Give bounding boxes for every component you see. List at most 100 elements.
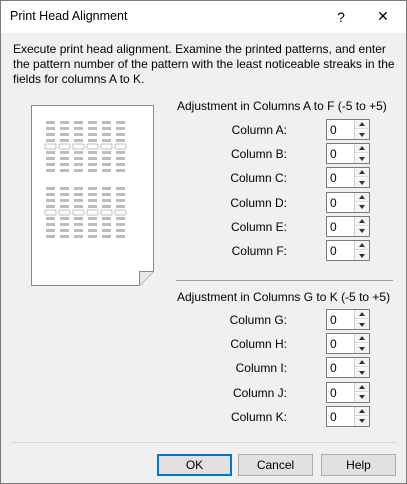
- arrow-down-icon: [359, 370, 365, 375]
- spin-down-button[interactable]: [355, 320, 369, 329]
- column-value[interactable]: 0: [330, 196, 337, 210]
- print-head-alignment-dialog: Print Head Alignment ? ✕ Execute print h…: [0, 0, 407, 484]
- pattern-line: [46, 121, 55, 124]
- pattern-line: [88, 229, 97, 232]
- spin-up-button[interactable]: [355, 241, 369, 250]
- spin-up-button[interactable]: [355, 120, 369, 129]
- pattern-line: [60, 205, 69, 208]
- ok-button[interactable]: OK: [157, 454, 232, 476]
- arrow-up-icon: [359, 360, 365, 365]
- pattern-line: [102, 133, 111, 136]
- pattern-line: [88, 205, 97, 208]
- pattern-line: [88, 133, 97, 136]
- spin-up-button[interactable]: [355, 216, 369, 226]
- group1-label: Adjustment in Columns A to F (-5 to +5): [177, 99, 387, 113]
- column-value-spinner[interactable]: 0: [326, 167, 370, 189]
- arrow-down-icon: [359, 322, 365, 327]
- arrow-down-icon: [359, 156, 365, 161]
- column-value[interactable]: 0: [330, 147, 337, 161]
- spin-down-button[interactable]: [355, 154, 369, 164]
- spin-up-button[interactable]: [355, 192, 369, 202]
- pattern-line: [102, 229, 111, 232]
- column-value[interactable]: 0: [330, 123, 337, 137]
- close-icon[interactable]: ✕: [361, 1, 405, 32]
- pattern-line: [60, 193, 69, 196]
- column-value-spinner[interactable]: 0: [326, 357, 370, 379]
- arrow-up-icon: [359, 312, 365, 316]
- pattern-line: [46, 127, 55, 130]
- spin-down-button[interactable]: [355, 202, 369, 212]
- cancel-button[interactable]: Cancel: [238, 454, 313, 476]
- arrow-up-icon: [359, 384, 365, 389]
- pattern-line: [116, 223, 125, 226]
- pattern-line: [46, 193, 55, 196]
- spin-down-button[interactable]: [355, 368, 369, 378]
- column-value[interactable]: 0: [330, 386, 337, 400]
- pattern-line: [60, 133, 69, 136]
- arrow-down-icon: [359, 205, 365, 210]
- group-separator: [176, 280, 393, 281]
- arrow-up-icon: [359, 218, 365, 223]
- pattern-line: [88, 169, 97, 172]
- help-button[interactable]: Help: [321, 454, 396, 476]
- column-value[interactable]: 0: [330, 220, 337, 234]
- pattern-line: [102, 127, 111, 130]
- column-value-spinner[interactable]: 0: [326, 191, 370, 213]
- pattern-line: [88, 193, 97, 196]
- pattern-line: [102, 199, 111, 202]
- arrow-up-icon: [359, 122, 365, 126]
- spin-up-button[interactable]: [355, 406, 369, 416]
- column-value-spinner[interactable]: 0: [326, 381, 370, 403]
- arrow-up-icon: [359, 336, 365, 341]
- column-value-spinner[interactable]: 0: [326, 215, 370, 237]
- column-value-spinner[interactable]: 0: [326, 119, 370, 140]
- spin-down-button[interactable]: [355, 226, 369, 236]
- spin-down-button[interactable]: [355, 416, 369, 426]
- column-value[interactable]: 0: [330, 361, 337, 375]
- pattern-line: [116, 157, 125, 160]
- help-icon[interactable]: ?: [319, 1, 363, 32]
- pattern-line: [46, 223, 55, 226]
- spin-up-button[interactable]: [355, 358, 369, 368]
- pattern-line: [74, 205, 83, 208]
- column-value-spinner[interactable]: 0: [326, 240, 370, 261]
- pattern-line: [46, 163, 55, 166]
- pattern-line: [116, 169, 125, 172]
- spin-down-button[interactable]: [355, 251, 369, 260]
- column-label: Column G:: [229, 313, 287, 327]
- title-bar: Print Head Alignment ? ✕: [1, 1, 406, 33]
- spinner-arrows: [354, 120, 369, 139]
- button-separator: [11, 442, 397, 443]
- spin-down-button[interactable]: [355, 178, 369, 188]
- column-value[interactable]: 0: [330, 171, 337, 185]
- pattern-line: [60, 121, 69, 124]
- pattern-line: [116, 217, 125, 220]
- column-value-spinner[interactable]: 0: [326, 405, 370, 427]
- pattern-line: [116, 187, 125, 190]
- pattern-line: [60, 163, 69, 166]
- spin-up-button[interactable]: [355, 168, 369, 178]
- column-value[interactable]: 0: [330, 410, 337, 424]
- column-value[interactable]: 0: [330, 313, 337, 327]
- spin-up-button[interactable]: [355, 334, 369, 344]
- pattern-line: [74, 151, 83, 154]
- pattern-line: [116, 205, 125, 208]
- column-value[interactable]: 0: [330, 337, 337, 351]
- column-label: Column K:: [230, 409, 287, 424]
- column-value[interactable]: 0: [330, 244, 337, 258]
- spin-up-button[interactable]: [355, 382, 369, 392]
- pattern-line: [60, 157, 69, 160]
- column-value-spinner[interactable]: 0: [326, 309, 370, 330]
- pattern-line: [116, 235, 125, 238]
- spin-down-button[interactable]: [355, 344, 369, 354]
- pattern-line: [74, 223, 83, 226]
- spin-down-button[interactable]: [355, 392, 369, 402]
- pattern-line: [88, 163, 97, 166]
- column-value-spinner[interactable]: 0: [326, 143, 370, 165]
- pattern-line: [46, 199, 55, 202]
- spin-up-button[interactable]: [355, 144, 369, 154]
- column-value-spinner[interactable]: 0: [326, 333, 370, 355]
- spin-up-button[interactable]: [355, 310, 369, 319]
- pattern-line: [102, 121, 111, 124]
- spin-down-button[interactable]: [355, 130, 369, 139]
